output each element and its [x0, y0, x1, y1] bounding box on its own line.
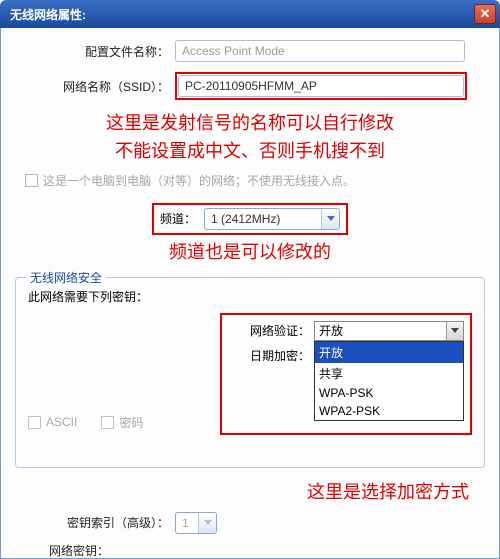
profile-name-label: 配置文件名称：	[15, 43, 175, 60]
ssid-annotation-line1: 这里是发射信号的名称可以自行修改	[15, 110, 485, 138]
channel-value: 1 (2412MHz)	[205, 212, 321, 226]
auth-value: 开放	[319, 322, 343, 339]
profile-name-input	[175, 40, 465, 62]
ascii-label: ASCII	[46, 415, 77, 429]
adhoc-row: 这是一个电脑到电脑（对等）的网络；不使用无线接入点。	[25, 172, 485, 189]
auth-combo[interactable]: 开放 开放 共享 WPA-PSK WPA2-PSK	[314, 321, 464, 341]
ssid-highlight-box	[175, 72, 467, 100]
auth-dropdown-list: 开放 共享 WPA-PSK WPA2-PSK	[314, 341, 464, 421]
auth-label: 网络验证：	[234, 322, 314, 339]
channel-label: 频道：	[160, 210, 196, 227]
auth-option-open[interactable]: 开放	[315, 342, 463, 363]
password-label: 密码	[119, 414, 143, 431]
encryption-highlight-box: 网络验证： 开放 开放 共享 WPA-PSK WPA2-PSK	[220, 313, 472, 435]
channel-dropdown-button[interactable]	[321, 209, 339, 229]
auth-option-wpa2psk[interactable]: WPA2-PSK	[315, 402, 463, 420]
ascii-checkbox	[28, 416, 41, 429]
key-index-row: 密钥索引（高级）： 1	[15, 512, 485, 534]
require-key-label: 此网络需要下列密钥：	[28, 288, 472, 305]
channel-combo[interactable]: 1 (2412MHz)	[204, 208, 340, 230]
key-index-label: 密钥索引（高级）：	[15, 514, 175, 531]
auth-row: 网络验证： 开放 开放 共享 WPA-PSK WPA2-PSK	[234, 321, 464, 341]
chevron-down-icon	[327, 216, 335, 222]
encrypt-label: 日期加密：	[234, 347, 314, 364]
auth-combo-field[interactable]: 开放	[314, 321, 464, 341]
channel-annotation: 频道也是可以修改的	[15, 239, 485, 267]
title-bar: 无线网络属性: ✕	[0, 0, 500, 28]
adhoc-label: 这是一个电脑到电脑（对等）的网络；不使用无线接入点。	[43, 172, 355, 189]
channel-highlight-box: 频道： 1 (2412MHz)	[152, 203, 348, 235]
encrypt-annotation: 这里是选择加密方式	[15, 478, 469, 504]
channel-row: 频道： 1 (2412MHz)	[15, 203, 485, 235]
security-legend: 无线网络安全	[26, 269, 106, 286]
ascii-password-row: ASCII 密码	[28, 414, 143, 431]
security-fieldset: 无线网络安全 此网络需要下列密钥： 网络验证： 开放 开放	[15, 277, 485, 468]
window-title: 无线网络属性:	[10, 6, 86, 23]
key-index-value: 1	[176, 516, 198, 530]
key-index-dropdown-button	[198, 513, 216, 533]
bottom-section: 密钥索引（高级）： 1 网络密钥：	[15, 512, 485, 559]
auth-option-wpapsk[interactable]: WPA-PSK	[315, 384, 463, 402]
key-index-combo: 1	[175, 512, 217, 534]
adhoc-checkbox	[25, 174, 38, 187]
auth-option-shared[interactable]: 共享	[315, 363, 463, 384]
chevron-down-icon	[451, 328, 459, 334]
network-key-row: 网络密钥：	[15, 542, 485, 559]
ssid-label: 网络名称（SSID）：	[15, 78, 175, 95]
network-key-label: 网络密钥：	[15, 542, 115, 559]
dialog-content: 配置文件名称： 网络名称（SSID）： 这里是发射信号的名称可以自行修改 不能设…	[0, 28, 500, 559]
auth-dropdown-button[interactable]	[446, 322, 463, 340]
close-button[interactable]: ✕	[474, 4, 496, 24]
profile-name-row: 配置文件名称：	[15, 40, 485, 62]
ssid-input[interactable]	[178, 75, 464, 97]
chevron-down-icon	[204, 520, 212, 526]
close-icon: ✕	[480, 6, 491, 22]
ssid-annotation: 这里是发射信号的名称可以自行修改 不能设置成中文、否则手机搜不到	[15, 110, 485, 166]
ssid-annotation-line2: 不能设置成中文、否则手机搜不到	[15, 138, 485, 166]
ssid-row: 网络名称（SSID）：	[15, 72, 485, 100]
password-checkbox	[101, 416, 114, 429]
